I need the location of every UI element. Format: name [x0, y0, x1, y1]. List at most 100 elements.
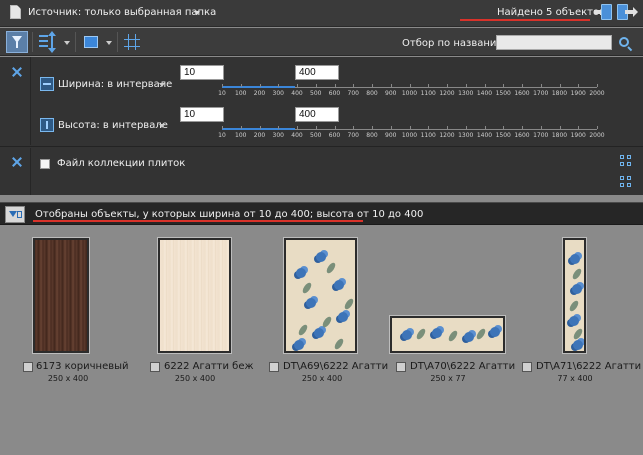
slider-tickmark [259, 126, 261, 129]
sort-button[interactable] [38, 31, 60, 53]
slider-tickmark [522, 84, 523, 87]
export-icon[interactable] [594, 4, 612, 20]
tile-thumbnail[interactable] [284, 238, 357, 353]
status-text: Отобраны объекты, у которых ширина от 10… [35, 209, 424, 220]
tile-checkbox[interactable] [150, 362, 160, 372]
slider-tick-label: 1100 [420, 90, 436, 97]
tile-size: 77 x 400 [557, 374, 593, 383]
funnel-icon [12, 36, 22, 48]
collapse-grid-icon[interactable] [620, 176, 632, 188]
slider-tickmark [315, 126, 317, 129]
search-icon[interactable] [619, 37, 629, 47]
slider-tick-label: 1500 [495, 132, 511, 139]
slider-tick-label: 1200 [439, 132, 455, 139]
slider-tick-label: 500 [310, 132, 322, 139]
slider-tickmark [559, 84, 561, 87]
slider-tickmark [259, 84, 261, 87]
slider-tickmark [578, 84, 580, 87]
slider-tickmark [390, 84, 392, 87]
view-mode-button[interactable] [84, 36, 98, 48]
slider-tickmark [428, 126, 430, 129]
expand-grid-icon[interactable] [620, 155, 632, 167]
chevron-down-icon[interactable] [64, 41, 70, 45]
tile-size: 250 x 400 [174, 374, 216, 383]
header-bar: Источник: только выбранная папка Найдено… [0, 0, 643, 27]
slider-tickmark [465, 84, 467, 87]
tile-name: DT\A69\6222 Агатти [283, 361, 389, 372]
slider-tickmark [447, 84, 448, 87]
slider-tick-label: 800 [366, 90, 378, 97]
slider-tick-label: 800 [366, 132, 378, 139]
slider-tickmark [409, 84, 411, 87]
slider-tick-label: 600 [328, 90, 341, 97]
slider-tickmark [372, 126, 373, 129]
slider-tick-label: 600 [328, 132, 341, 139]
collection-label: Файл коллекции плиток [57, 158, 186, 169]
search-input[interactable] [496, 35, 612, 50]
chevron-down-icon[interactable] [159, 83, 165, 87]
slider-tick-label: 1700 [533, 90, 549, 97]
width-from-input[interactable] [180, 65, 224, 80]
width-to-input[interactable] [295, 65, 339, 80]
slider-tick-label: 1400 [476, 132, 493, 139]
slider-tick-label: 1300 [458, 132, 474, 139]
slider-tickmark [222, 126, 223, 129]
tile-checkbox[interactable] [522, 362, 532, 372]
toolbar: Отбор по названию [0, 28, 643, 56]
slider-tickmark [240, 126, 242, 129]
slider-tickmark [484, 126, 486, 129]
grid-button[interactable] [124, 31, 142, 53]
import-icon[interactable] [617, 4, 638, 20]
slider-tickmark [278, 84, 280, 87]
tile-thumbnail[interactable] [33, 238, 89, 353]
slider-tick-label: 400 [291, 132, 303, 139]
source-selector[interactable]: Источник: только выбранная папка [28, 7, 216, 18]
slider-tickmark [372, 84, 373, 87]
found-count: Найдено 5 объектов [497, 7, 605, 18]
slider-tickmark [297, 126, 298, 129]
chevron-down-icon[interactable] [159, 124, 165, 128]
found-underline [460, 19, 590, 21]
filter-settings-button[interactable] [5, 206, 25, 223]
slider-tick-label: 2000 [589, 90, 605, 97]
sort-icon [48, 31, 56, 53]
slider-tick-label: 1900 [570, 132, 586, 139]
slider-tick-label: 900 [385, 90, 397, 97]
width-filter-label[interactable]: Ширина: в интервале [58, 79, 172, 90]
slider-tick-label: 400 [291, 90, 303, 97]
toolbar-divider [75, 32, 76, 52]
slider-tick-label: 1900 [570, 90, 586, 97]
slider-tick-label: 1500 [495, 90, 511, 97]
slider-tickmark [578, 126, 580, 129]
slider-tickmark [503, 126, 505, 129]
height-icon [40, 118, 54, 132]
slider-tickmark [484, 84, 486, 87]
tile-checkbox[interactable] [269, 362, 279, 372]
slider-tickmark [390, 126, 392, 129]
search-label: Отбор по названию [402, 38, 505, 49]
slider-tick-label: 1800 [551, 90, 568, 97]
slider-tickmark [540, 84, 542, 87]
height-filter-label[interactable]: Высота: в интервале [58, 120, 168, 131]
slider-tick-label: 700 [347, 90, 359, 97]
tile-thumbnail[interactable] [563, 238, 586, 353]
tile-checkbox[interactable] [23, 362, 33, 372]
tile-thumbnail[interactable] [158, 238, 231, 353]
height-from-input[interactable] [180, 107, 224, 122]
height-to-input[interactable] [295, 107, 339, 122]
tile-size: 250 x 400 [47, 374, 89, 383]
collection-checkbox[interactable] [40, 159, 50, 169]
tile-size: 250 x 77 [430, 374, 466, 383]
chevron-down-icon[interactable] [106, 41, 112, 45]
status-underline [33, 220, 363, 222]
grid-icon [17, 211, 22, 218]
remove-filter-icon[interactable] [12, 157, 22, 167]
filter-button[interactable] [6, 31, 28, 53]
remove-filter-icon[interactable] [12, 67, 22, 77]
tile-checkbox[interactable] [396, 362, 406, 372]
slider-tick-label: 100 [235, 132, 247, 139]
chevron-down-icon[interactable] [194, 11, 200, 15]
tile-thumbnail[interactable] [390, 316, 505, 353]
tile-name: DT\A70\6222 Агатти [410, 361, 516, 372]
slider-tick-label: 900 [385, 132, 397, 139]
